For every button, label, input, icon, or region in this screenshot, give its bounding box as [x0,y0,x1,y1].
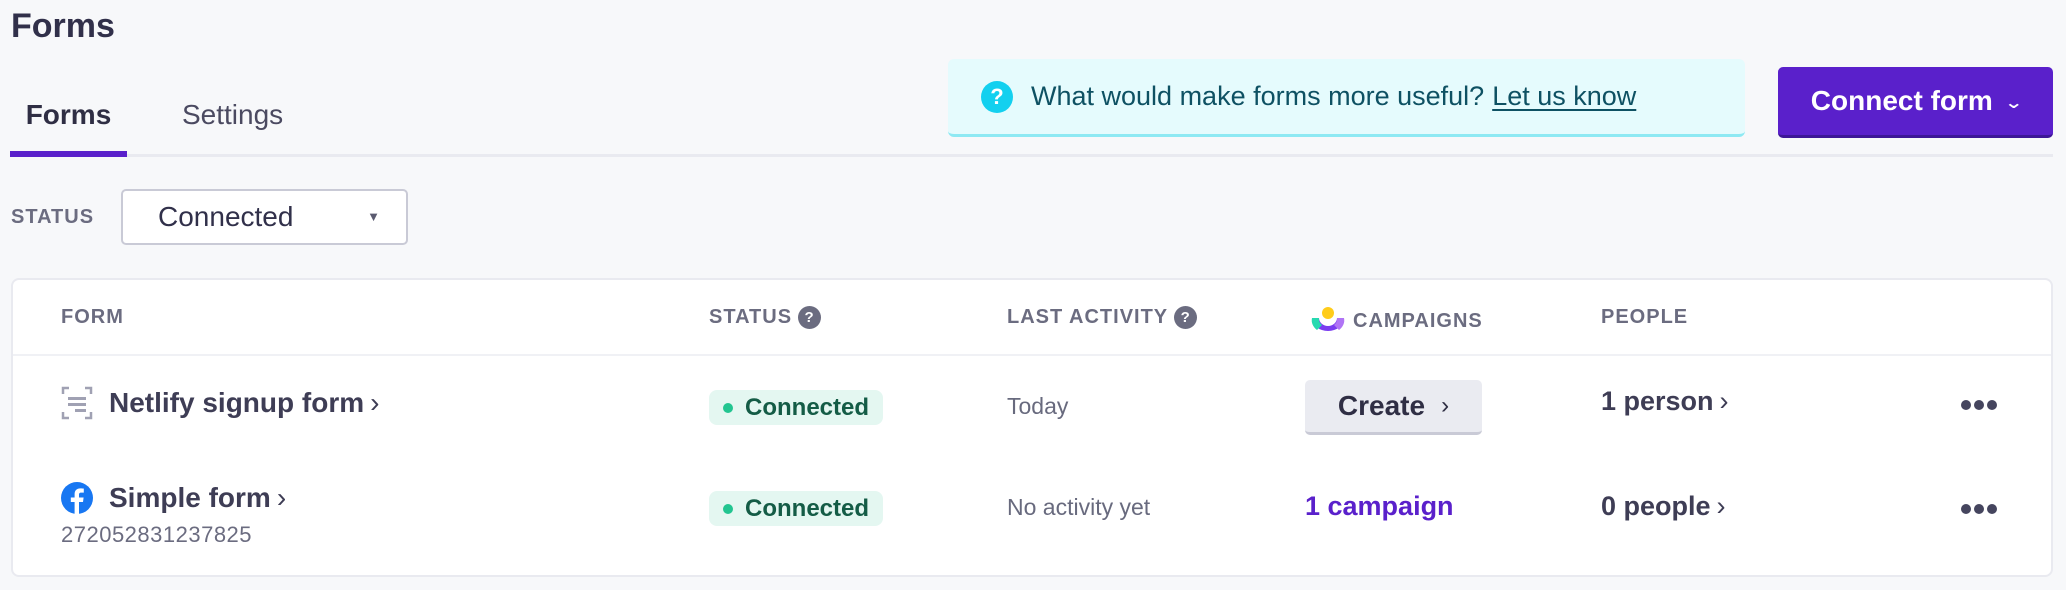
form-scan-icon [61,386,93,420]
dot-icon [1961,400,1971,410]
table-header: FORM STATUS ? LAST ACTIVITY ? CAMPAIGNS … [13,280,2051,356]
column-header-campaigns-label: CAMPAIGNS [1353,309,1483,332]
more-options-button[interactable] [1955,394,2003,416]
status-filter-label: STATUS [11,206,95,228]
tab-bar-divider [10,154,2053,157]
column-header-status: STATUS ? [709,306,822,329]
status-dot-icon [723,402,733,413]
caret-down-icon: ▼ [367,209,380,224]
campaigns-logo-icon [1311,307,1345,331]
column-header-people-label: PEOPLE [1601,306,1689,328]
people-cell: 1 person › [1601,386,1729,417]
chevron-right-icon: › [1441,392,1450,419]
campaigns-cell: 1 campaign [1305,491,1454,522]
status-badge-text: Connected [745,494,870,522]
dot-icon [1961,504,1971,514]
form-cell: Simple form › [61,482,286,514]
help-icon[interactable]: ? [798,306,822,329]
column-header-campaigns: CAMPAIGNS [1309,306,1483,336]
connect-form-label: Connect form [1810,85,1993,116]
create-campaign-label: Create [1337,390,1426,421]
column-header-people: PEOPLE [1601,306,1688,329]
banner-text: What would make forms more useful? [1031,81,1485,111]
table-row: Simple form › 272052831237825 Connected N… [13,460,2051,564]
help-icon[interactable]: ? [1174,306,1198,329]
form-id: 272052831237825 [61,522,253,547]
form-name-text: Simple form [109,482,271,513]
campaign-count-link[interactable]: 1 campaign [1305,491,1454,522]
column-header-last-activity-label: LAST ACTIVITY [1007,306,1169,328]
more-options-button[interactable] [1955,498,2003,520]
connect-form-button[interactable]: Connect form ⌄ [1778,67,2053,138]
active-tab-indicator [10,151,127,157]
column-header-form: FORM [61,306,124,329]
status-dot-icon [723,503,733,514]
last-activity-cell: No activity yet [1007,494,1151,520]
status-cell: Connected [709,491,884,526]
form-name-text: Netlify signup form [109,387,365,418]
row-actions-cell [1955,498,2003,520]
form-name-link[interactable]: Netlify signup form › [109,387,379,419]
chevron-down-icon: ⌄ [2004,95,2023,112]
people-link[interactable]: 0 people › [1601,491,1726,522]
row-actions-cell [1955,394,2003,416]
last-activity-cell: Today [1007,393,1069,419]
dot-icon [1987,400,1997,410]
feedback-banner: ? What would make forms more useful? Let… [948,59,1745,137]
forms-table: FORM STATUS ? LAST ACTIVITY ? CAMPAIGNS … [11,278,2053,577]
status-badge: Connected [709,491,884,526]
create-campaign-button[interactable]: Create › [1305,380,1482,435]
let-us-know-link[interactable]: Let us know [1492,81,1636,112]
people-count: 0 people [1601,491,1711,521]
status-cell: Connected [709,390,884,425]
people-link[interactable]: 1 person › [1601,386,1729,417]
form-name-link[interactable]: Simple form › [109,482,286,514]
question-circle-icon: ? [981,80,1013,113]
page-title: Forms [11,7,115,45]
dot-icon [1974,504,1984,514]
facebook-icon [61,482,93,514]
column-header-status-label: STATUS [709,306,793,328]
people-cell: 0 people › [1601,491,1726,522]
table-row: Netlify signup form › Connected Today Cre… [13,356,2051,460]
tab-forms[interactable]: Forms [10,90,127,154]
status-badge: Connected [709,390,884,425]
campaigns-cell: Create › [1305,380,1482,435]
column-header-form-label: FORM [61,306,124,328]
status-filter-value: Connected [158,201,294,232]
status-badge-text: Connected [745,393,870,421]
chevron-right-icon: › [1716,491,1726,521]
column-header-last-activity: LAST ACTIVITY ? [1007,306,1198,329]
chevron-right-icon: › [276,482,287,513]
dot-icon [1987,504,1997,514]
chevron-right-icon: › [1719,386,1729,416]
chevron-right-icon: › [370,387,380,418]
people-count: 1 person [1601,386,1714,416]
status-filter-select[interactable]: Connected ▼ [121,189,408,245]
form-cell: Netlify signup form › [61,386,379,420]
dot-icon [1974,400,1984,410]
tab-settings[interactable]: Settings [182,90,298,154]
